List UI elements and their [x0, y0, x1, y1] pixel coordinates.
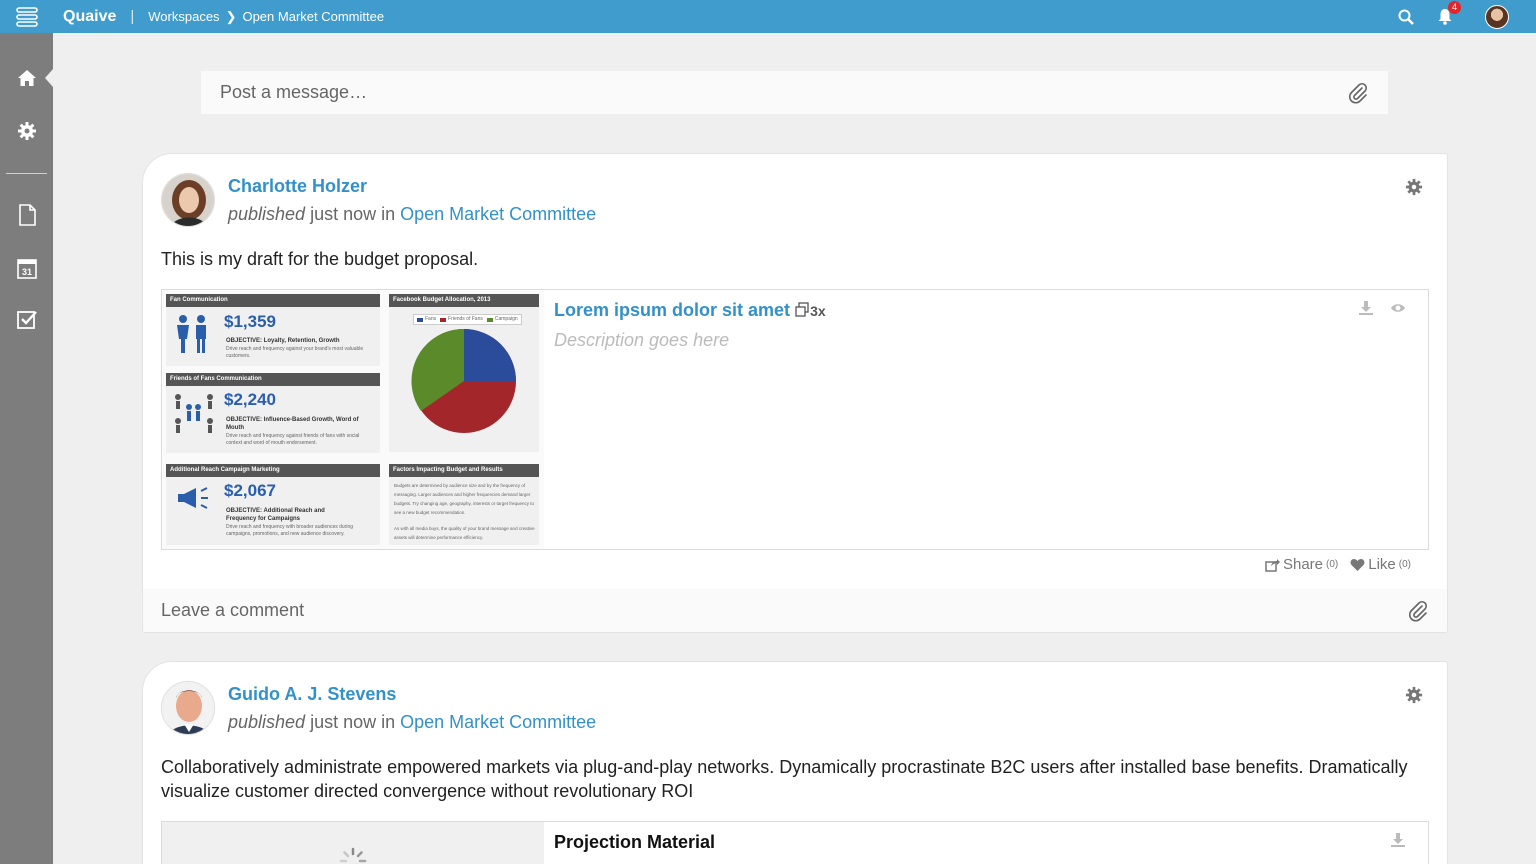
preview-text: As with all media buys, the quality of y… [394, 526, 535, 540]
preview-value: $2,067 [224, 481, 276, 500]
comment-input[interactable] [161, 600, 1407, 621]
sidebar: 31 [0, 33, 53, 864]
attachment-version-count: 3x [810, 303, 826, 319]
preview-panel-header: Additional Reach Campaign Marketing [166, 464, 380, 477]
preview-note: Drive reach and frequency against friend… [226, 433, 360, 446]
preview-note: Drive reach and frequency with broader a… [226, 524, 354, 537]
share-icon [1265, 558, 1280, 572]
post-card: Guido A. J. Stevens published just now i… [142, 661, 1448, 864]
author-avatar[interactable] [161, 173, 215, 227]
preview-value: $2,240 [224, 390, 276, 409]
menu-icon[interactable] [0, 0, 53, 33]
post-card: Charlotte Holzer published just now in O… [142, 153, 1448, 633]
preview-panel: Factors Impacting Budget and Results Bud… [389, 464, 539, 545]
notifications-bell-icon[interactable]: 4 [1435, 0, 1461, 27]
post-settings-gear-icon[interactable] [1405, 178, 1423, 196]
paperclip-icon[interactable] [1347, 82, 1369, 104]
post-body: This is my draft for the budget proposal… [161, 249, 479, 269]
attachment-preview[interactable]: Fan Communication $1,359 OBJECTIVE: Loya… [162, 290, 544, 549]
post-time: just now in [305, 204, 401, 224]
post-time: just now in [305, 712, 401, 732]
download-icon[interactable] [1358, 300, 1374, 316]
preview-objective: OBJECTIVE: Additional Reach and Frequenc… [226, 508, 325, 522]
post-actions: Share (0) Like (0) [1265, 556, 1411, 573]
post-settings-gear-icon[interactable] [1405, 686, 1423, 704]
megaphone-icon [178, 487, 208, 509]
author-avatar[interactable] [161, 681, 215, 735]
author-name[interactable]: Charlotte Holzer [228, 176, 367, 197]
top-bar: Quaive | Workspaces ❯ Open Market Commit… [0, 0, 1536, 33]
preview-panel: Friends of Fans Communication $2,240 OBJ… [166, 373, 380, 453]
attachment-title[interactable]: Lorem ipsum dolor sit amet 3x [554, 300, 826, 321]
calendar-icon[interactable]: 31 [0, 252, 53, 284]
divider: | [130, 8, 135, 25]
group-icon [175, 394, 213, 433]
sidebar-divider [6, 173, 47, 174]
attachment-card: Projection Material [161, 821, 1429, 864]
post-message-input[interactable] [220, 82, 1347, 103]
preview-panel: Additional Reach Campaign Marketing $2,0… [166, 464, 380, 545]
download-icon[interactable] [1390, 832, 1406, 848]
paperclip-icon[interactable] [1407, 600, 1429, 622]
settings-gear-icon[interactable] [0, 115, 53, 147]
user-avatar[interactable] [1485, 4, 1509, 29]
svg-text:31: 31 [21, 267, 31, 277]
post-meta: published just now in Open Market Commit… [228, 204, 596, 225]
loading-spinner-icon [339, 847, 367, 863]
post-verb: published [228, 204, 306, 224]
preview-text: Budgets are determined by audience size … [394, 483, 535, 515]
attachment-preview[interactable] [162, 822, 544, 864]
post-composer [201, 71, 1388, 114]
pie-legend: Fans Friends of Fans Campaign [413, 314, 522, 325]
preview-panel: Fan Communication $1,359 OBJECTIVE: Loya… [166, 294, 380, 366]
comment-box [143, 589, 1447, 632]
preview-eye-icon[interactable] [1390, 300, 1406, 316]
heart-icon [1350, 558, 1365, 571]
breadcrumb-workspaces[interactable]: Workspaces [148, 9, 219, 24]
tasks-checkbox-icon[interactable] [0, 303, 53, 335]
active-indicator [45, 69, 53, 87]
preview-objective: OBJECTIVE: Influence-Based Growth, Word … [226, 417, 359, 431]
preview-note: Drive reach and frequency against your b… [226, 346, 364, 359]
post-verb: published [228, 712, 306, 732]
people-icon [177, 315, 206, 353]
brand-logo[interactable]: Quaive [63, 8, 116, 26]
preview-panel-header: Facebook Budget Allocation, 2013 [389, 294, 539, 307]
attachment-description: Description goes here [554, 330, 730, 350]
author-name[interactable]: Guido A. J. Stevens [228, 684, 396, 705]
copies-icon [795, 302, 809, 317]
attachment-card: Fan Communication $1,359 OBJECTIVE: Loya… [161, 289, 1429, 550]
preview-panel-header: Factors Impacting Budget and Results [389, 464, 539, 477]
like-button[interactable]: Like (0) [1350, 556, 1411, 573]
preview-panel-header: Fan Communication [166, 294, 380, 307]
preview-objective: OBJECTIVE: Loyalty, Retention, Growth [226, 338, 340, 344]
share-button[interactable]: Share (0) [1265, 556, 1338, 573]
preview-value: $1,359 [224, 312, 276, 331]
preview-panel-pie: Facebook Budget Allocation, 2013 Fans Fr… [389, 294, 539, 452]
like-count: (0) [1398, 559, 1411, 570]
workspace-link[interactable]: Open Market Committee [400, 712, 596, 732]
notification-badge: 4 [1448, 0, 1461, 14]
search-icon[interactable] [1396, 7, 1416, 27]
breadcrumb-current[interactable]: Open Market Committee [242, 9, 384, 24]
chevron-right-icon: ❯ [225, 8, 237, 24]
pie-chart [411, 328, 516, 433]
workspace-link[interactable]: Open Market Committee [400, 204, 596, 224]
share-count: (0) [1326, 559, 1339, 570]
document-icon[interactable] [0, 199, 53, 231]
preview-panel-header: Friends of Fans Communication [166, 373, 380, 386]
post-body: Collaboratively administrate empowered m… [161, 757, 1408, 801]
attachment-title[interactable]: Projection Material [554, 832, 715, 853]
post-meta: published just now in Open Market Commit… [228, 712, 596, 733]
